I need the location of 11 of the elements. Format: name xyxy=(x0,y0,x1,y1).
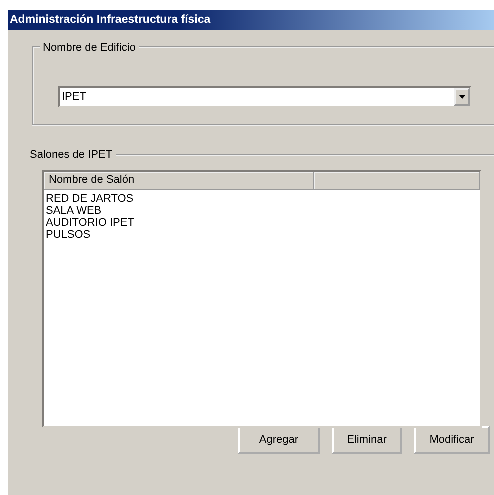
building-combo[interactable]: IPET xyxy=(58,86,472,108)
window-title: Administración Infraestructura física xyxy=(9,14,211,26)
column-header[interactable]: Nombre de Salón xyxy=(44,172,314,190)
dialog-button[interactable]: Modificar xyxy=(414,426,490,454)
dialog-button[interactable]: Eliminar xyxy=(332,426,402,454)
list-item[interactable]: SALA WEB xyxy=(44,204,480,217)
list-item[interactable]: RED DE JARTOS xyxy=(44,192,480,205)
dialog-button[interactable]: Agregar xyxy=(238,426,320,454)
room-list[interactable]: Nombre de Salón RED DE JARTOS SALA WEB AUDITORIO IPET PULSOS xyxy=(42,170,482,428)
list-item[interactable]: PULSOS xyxy=(44,228,480,241)
list-item[interactable]: AUDITORIO IPET xyxy=(44,216,480,229)
